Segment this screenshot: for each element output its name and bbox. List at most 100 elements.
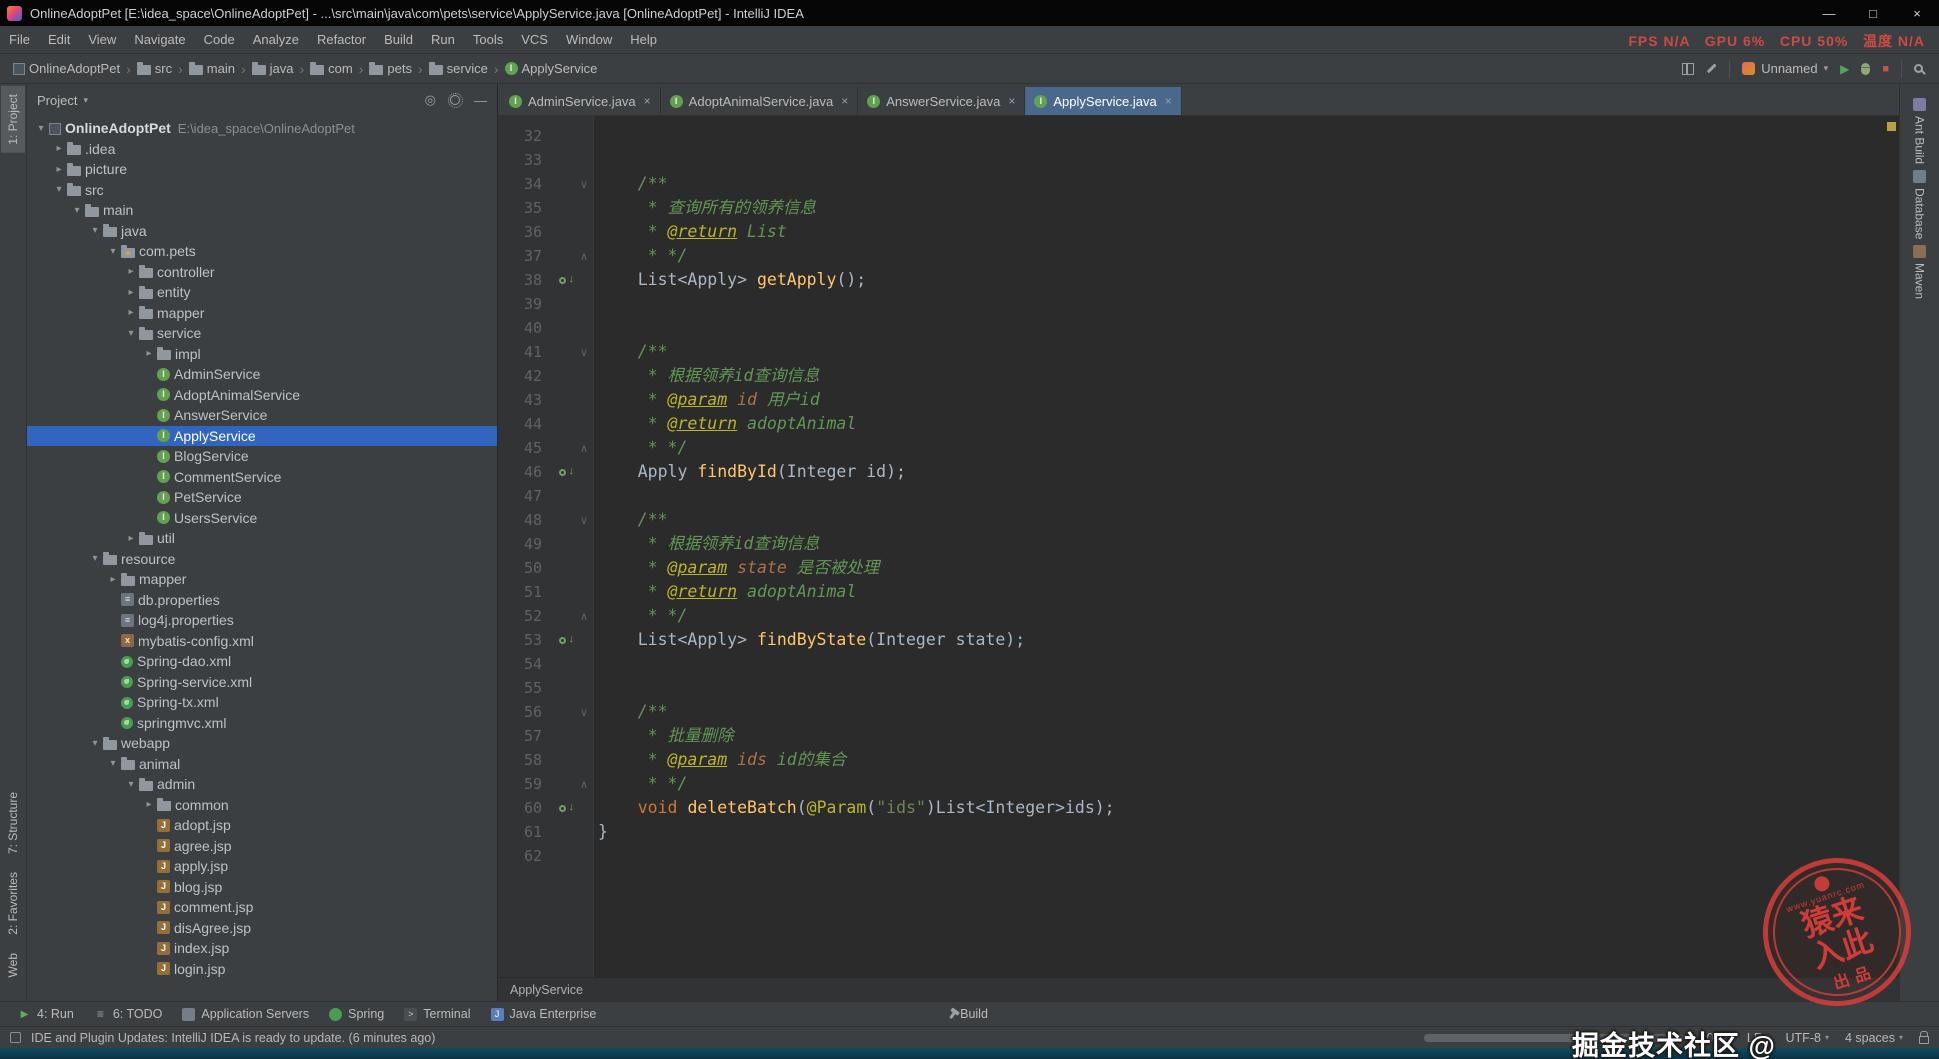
tree-item-mapper[interactable]: ▸mapper [27, 569, 497, 590]
fold-marker-icon[interactable]: ∨ [574, 346, 594, 359]
toolstripe-Maven[interactable]: Maven [1906, 245, 1934, 299]
menu-tools[interactable]: Tools [464, 26, 512, 53]
tab-AdminService.java[interactable]: IAdminService.java× [500, 87, 661, 115]
close-button[interactable]: × [1895, 0, 1939, 26]
tree-item-service[interactable]: ▾service [27, 323, 497, 344]
tree-item-AdminService[interactable]: IAdminService [27, 364, 497, 385]
tree-item-CommentService[interactable]: ICommentService [27, 467, 497, 488]
search-icon[interactable] [1914, 64, 1923, 73]
menu-window[interactable]: Window [557, 26, 621, 53]
tree-item-OnlineAdoptPet[interactable]: ▾OnlineAdoptPetE:\idea_space\OnlineAdopt… [27, 118, 497, 139]
tree-item-common[interactable]: ▸common [27, 795, 497, 816]
tree-item-webapp[interactable]: ▾webapp [27, 733, 497, 754]
chevron-collapsed-icon[interactable]: ▸ [123, 533, 139, 544]
tree-item-comment.jsp[interactable]: Jcomment.jsp [27, 897, 497, 918]
maximize-button[interactable]: □ [1851, 0, 1895, 26]
tree-item-agree.jsp[interactable]: Jagree.jsp [27, 836, 497, 857]
breadcrumb-src[interactable]: src [134, 59, 175, 78]
tree-item-mapper[interactable]: ▸mapper [27, 303, 497, 324]
tree-item-PetService[interactable]: IPetService [27, 487, 497, 508]
breadcrumb-java[interactable]: java [249, 59, 297, 78]
menu-analyze[interactable]: Analyze [244, 26, 308, 53]
tree-item-Spring-tx.xml[interactable]: Spring-tx.xml [27, 692, 497, 713]
chevron-expanded-icon[interactable]: ▾ [105, 758, 121, 769]
layout-icon[interactable] [1682, 63, 1694, 75]
menu-edit[interactable]: Edit [39, 26, 79, 53]
chevron-collapsed-icon[interactable]: ▸ [123, 307, 139, 318]
tree-item-AdoptAnimalService[interactable]: IAdoptAnimalService [27, 385, 497, 406]
chevron-expanded-icon[interactable]: ▾ [51, 184, 67, 195]
code-editor[interactable]: 323334∨ /**35 * 查询所有的领养信息36 * @return Li… [498, 116, 1899, 977]
tree-item-UsersService[interactable]: IUsersService [27, 508, 497, 529]
editor-breadcrumb-item[interactable]: ApplyService [510, 983, 583, 997]
toolwindow-Java Enterprise[interactable]: JJava Enterprise [481, 1002, 607, 1026]
chevron-expanded-icon[interactable]: ▾ [87, 738, 103, 749]
fold-marker-icon[interactable]: ∨ [574, 706, 594, 719]
breadcrumb-pets[interactable]: pets [366, 59, 415, 78]
breadcrumb-main[interactable]: main [186, 59, 238, 78]
fold-marker-icon[interactable]: ∧ [574, 778, 594, 791]
chevron-expanded-icon[interactable]: ▾ [123, 328, 139, 339]
chevron-expanded-icon[interactable]: ▾ [87, 225, 103, 236]
fold-marker-icon[interactable]: ∨ [574, 514, 594, 527]
toolwindow-Application Servers[interactable]: Application Servers [172, 1002, 319, 1026]
menu-file[interactable]: File [0, 26, 39, 53]
breadcrumb-com[interactable]: com [307, 59, 356, 78]
tree-item-apply.jsp[interactable]: Japply.jsp [27, 856, 497, 877]
menu-help[interactable]: Help [621, 26, 666, 53]
tree-item-src[interactable]: ▾src [27, 180, 497, 201]
run-button[interactable]: ▶ [1840, 62, 1849, 76]
fold-marker-icon[interactable]: ∨ [574, 178, 594, 191]
chevron-collapsed-icon[interactable]: ▸ [141, 799, 157, 810]
menu-view[interactable]: View [79, 26, 125, 53]
chevron-collapsed-icon[interactable]: ▸ [51, 164, 67, 175]
status-message[interactable]: IDE and Plugin Updates: IntelliJ IDEA is… [31, 1031, 435, 1045]
implemented-icon[interactable] [559, 805, 566, 812]
hide-panel-icon[interactable]: — [474, 93, 487, 108]
chevron-expanded-icon[interactable]: ▾ [69, 205, 85, 216]
implemented-icon[interactable] [559, 277, 566, 284]
menu-run[interactable]: Run [422, 26, 464, 53]
breadcrumb-ApplyService[interactable]: IApplyService [502, 59, 601, 78]
chevron-down-icon[interactable]: ▾ [83, 95, 88, 106]
chevron-collapsed-icon[interactable]: ▸ [123, 266, 139, 277]
tree-item-springmvc.xml[interactable]: springmvc.xml [27, 713, 497, 734]
tree-item-entity[interactable]: ▸entity [27, 282, 497, 303]
toolstripe-Web[interactable]: Web [1, 945, 25, 985]
fold-marker-icon[interactable]: ∧ [574, 610, 594, 623]
close-icon[interactable]: × [841, 94, 848, 108]
implemented-icon[interactable] [559, 637, 566, 644]
chevron-expanded-icon[interactable]: ▾ [105, 246, 121, 257]
menu-vcs[interactable]: VCS [512, 26, 557, 53]
toolwindow-4: Run[interactable]: ▶4: Run [8, 1002, 84, 1026]
edit-icon[interactable] [1707, 64, 1717, 74]
tree-item-java[interactable]: ▾java [27, 221, 497, 242]
tab-AdoptAnimalService.java[interactable]: IAdoptAnimalService.java× [661, 87, 859, 115]
chevron-collapsed-icon[interactable]: ▸ [51, 143, 67, 154]
toolstripe-1: Project[interactable]: 1: Project [1, 86, 25, 153]
tab-AnswerService.java[interactable]: IAnswerService.java× [858, 87, 1025, 115]
chevron-collapsed-icon[interactable]: ▸ [141, 348, 157, 359]
tree-item-admin[interactable]: ▾admin [27, 774, 497, 795]
tree-item-picture[interactable]: ▸picture [27, 159, 497, 180]
tree-item-BlogService[interactable]: IBlogService [27, 446, 497, 467]
editor-scrollbar[interactable] [1885, 116, 1899, 977]
menu-build[interactable]: Build [375, 26, 422, 53]
locate-file-icon[interactable]: ◎ [425, 92, 436, 108]
tree-item-animal[interactable]: ▾animal [27, 754, 497, 775]
menu-code[interactable]: Code [195, 26, 244, 53]
gear-icon[interactable] [450, 95, 460, 105]
toolwindow-build[interactable]: Build [951, 1007, 988, 1021]
tree-item-resource[interactable]: ▾resource [27, 549, 497, 570]
tree-item-AnswerService[interactable]: IAnswerService [27, 405, 497, 426]
toolstripe-2: Favorites[interactable]: 2: Favorites [1, 864, 25, 943]
tree-item-impl[interactable]: ▸impl [27, 344, 497, 365]
chevron-collapsed-icon[interactable]: ▸ [123, 287, 139, 298]
menu-navigate[interactable]: Navigate [125, 26, 194, 53]
tree-item-Spring-service.xml[interactable]: Spring-service.xml [27, 672, 497, 693]
stop-button[interactable]: ■ [1882, 63, 1889, 75]
tab-ApplyService.java[interactable]: IApplyService.java× [1025, 87, 1181, 115]
run-config-selector[interactable]: Unnamed ▾ [1742, 61, 1828, 76]
error-stripe-mark[interactable] [1887, 122, 1896, 131]
tree-item-controller[interactable]: ▸controller [27, 262, 497, 283]
